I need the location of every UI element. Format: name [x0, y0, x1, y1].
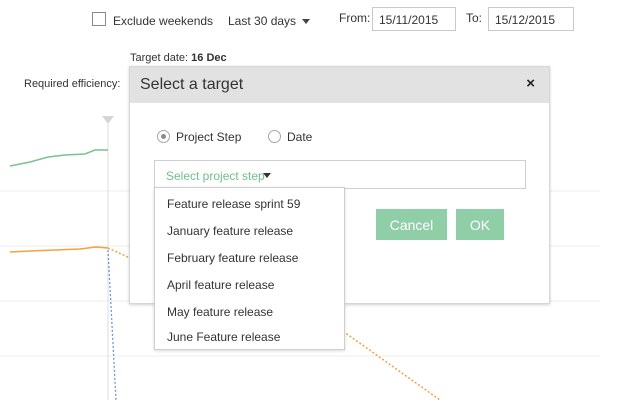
exclude-weekends-checkbox[interactable] — [92, 12, 106, 26]
required-efficiency-label: Required efficiency: — [24, 78, 121, 90]
target-date-marker-arrow — [102, 116, 114, 124]
exclude-weekends-label: Exclude weekends — [113, 14, 214, 28]
close-icon[interactable]: × — [526, 75, 535, 92]
list-item[interactable]: January feature release — [167, 224, 293, 238]
efficiency-green-line — [9, 149, 108, 167]
orange-projection-dotted — [329, 321, 441, 400]
chevron-down-icon — [302, 19, 311, 25]
project-step-dropdown-list: Feature release sprint 59 January featur… — [154, 187, 345, 350]
chevron-down-icon — [263, 173, 271, 178]
radio-date[interactable] — [268, 130, 281, 143]
list-item[interactable]: June Feature release — [167, 330, 280, 344]
radio-project-step-label: Project Step — [176, 130, 242, 144]
date-range-value: Last 30 days — [228, 14, 297, 28]
blue-projection-dotted — [107, 249, 117, 400]
to-date-input[interactable]: 15/12/2015 — [488, 7, 574, 31]
to-label: To: — [466, 11, 483, 25]
radio-project-step[interactable] — [157, 130, 170, 143]
target-date-label: Target date: — [130, 52, 189, 64]
target-date-info: Target date: 16 Dec — [130, 52, 227, 64]
date-range-dropdown[interactable]: Last 30 days — [228, 14, 311, 28]
radio-date-label: Date — [287, 130, 313, 144]
cancel-button[interactable]: Cancel — [376, 209, 447, 240]
target-date-value: 16 Dec — [191, 52, 227, 64]
from-label: From: — [339, 11, 371, 25]
efficiency-orange-line — [9, 246, 109, 253]
orange-projection-dotted — [107, 247, 131, 259]
project-step-select[interactable]: Select project step — [154, 160, 526, 189]
modal-title: Select a target — [140, 76, 244, 93]
list-item[interactable]: May feature release — [167, 305, 273, 319]
modal-header: Select a target × — [130, 67, 549, 103]
list-item[interactable]: February feature release — [167, 251, 298, 265]
ok-button[interactable]: OK — [456, 209, 504, 240]
from-date-input[interactable]: 15/11/2015 — [372, 7, 456, 31]
list-item[interactable]: Feature release sprint 59 — [167, 197, 300, 211]
list-item[interactable]: April feature release — [167, 278, 274, 292]
select-placeholder: Select project step — [166, 169, 265, 183]
